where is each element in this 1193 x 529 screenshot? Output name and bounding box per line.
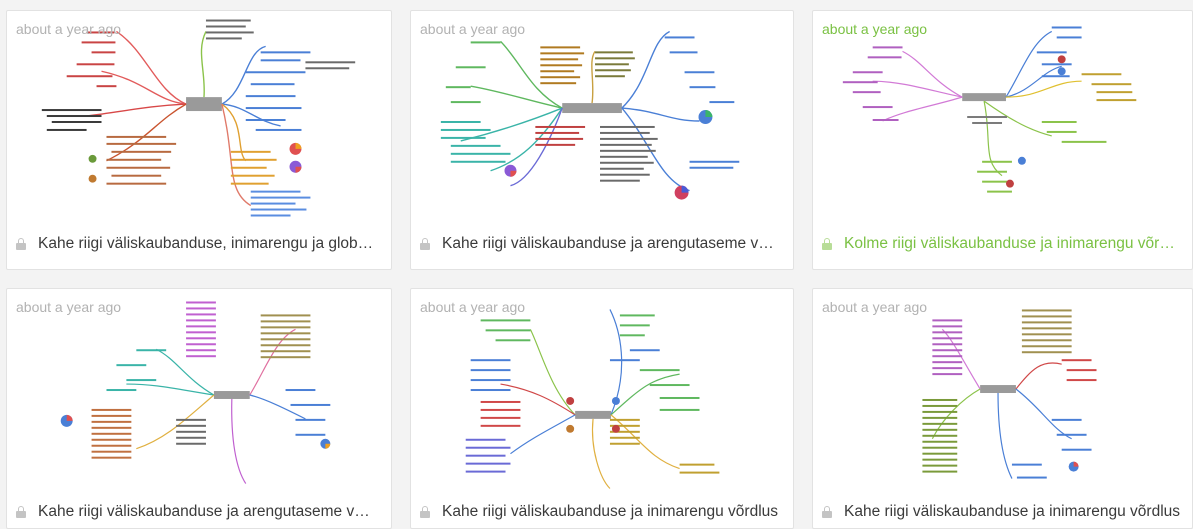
mindmap-card[interactable]: about a year ago Kahe riigi väliskauband… xyxy=(410,288,794,529)
lock-icon xyxy=(16,506,26,518)
mindmap-thumbnail[interactable]: about a year ago xyxy=(411,11,793,229)
timestamp: about a year ago xyxy=(822,299,928,315)
card-footer[interactable]: Kahe riigi väliskaubanduse, inimarengu j… xyxy=(7,219,391,269)
mindmap-card[interactable]: about a year ago Kahe riigi väliskauband… xyxy=(410,10,794,270)
mindmap-title[interactable]: Kahe riigi väliskaubanduse ja inimarengu… xyxy=(844,503,1180,521)
mindmap-thumbnail[interactable]: about a year ago xyxy=(411,289,793,501)
timestamp: about a year ago xyxy=(420,21,526,37)
mindmap-preview-image xyxy=(60,301,331,484)
mindmap-preview-image xyxy=(440,30,740,200)
mindmap-card[interactable]: about a year ago Kahe riigi väliskauband… xyxy=(6,288,392,529)
mindmap-preview-image xyxy=(922,309,1097,479)
mindmap-thumbnail[interactable]: about a year ago xyxy=(813,289,1192,501)
timestamp: about a year ago xyxy=(420,299,526,315)
card-footer[interactable]: Kahe riigi väliskaubanduse ja arengutase… xyxy=(7,496,391,528)
card-footer[interactable]: Kahe riigi väliskaubanduse ja inimarengu… xyxy=(813,496,1192,528)
mindmap-thumbnail[interactable]: about a year ago xyxy=(7,289,391,501)
card-footer[interactable]: Kolme riigi väliskaubanduse ja inimareng… xyxy=(813,219,1192,269)
mindmap-card[interactable]: about a year ago Kolme riigi väliskauban… xyxy=(812,10,1193,270)
mindmap-title[interactable]: Kahe riigi väliskaubanduse ja arengutase… xyxy=(442,235,774,253)
mindmap-grid: about a year ago Kahe riigi väliskauband… xyxy=(0,0,1193,529)
mindmap-title[interactable]: Kahe riigi väliskaubanduse ja arengutase… xyxy=(38,503,370,521)
mindmap-card[interactable]: about a year ago Kahe riigi väliskauband… xyxy=(812,288,1193,529)
timestamp: about a year ago xyxy=(16,21,122,37)
mindmap-title[interactable]: Kolme riigi väliskaubanduse ja inimareng… xyxy=(844,235,1175,253)
mindmap-preview-image xyxy=(465,309,720,489)
lock-icon xyxy=(822,238,832,250)
mindmap-preview-image xyxy=(41,19,356,217)
card-footer[interactable]: Kahe riigi väliskaubanduse ja inimarengu… xyxy=(411,496,793,528)
timestamp: about a year ago xyxy=(16,299,122,315)
mindmap-title[interactable]: Kahe riigi väliskaubanduse ja inimarengu… xyxy=(442,503,778,521)
mindmap-card[interactable]: about a year ago Kahe riigi väliskauband… xyxy=(6,10,392,270)
mindmap-preview-image xyxy=(842,26,1137,193)
timestamp: about a year ago xyxy=(822,21,928,37)
mindmap-thumbnail[interactable]: about a year ago xyxy=(813,11,1192,229)
lock-icon xyxy=(16,238,26,250)
lock-icon xyxy=(822,506,832,518)
mindmap-title[interactable]: Kahe riigi väliskaubanduse, inimarengu j… xyxy=(38,235,373,253)
card-footer[interactable]: Kahe riigi väliskaubanduse ja arengutase… xyxy=(411,219,793,269)
mindmap-thumbnail[interactable]: about a year ago xyxy=(7,11,391,229)
lock-icon xyxy=(420,506,430,518)
lock-icon xyxy=(420,238,430,250)
